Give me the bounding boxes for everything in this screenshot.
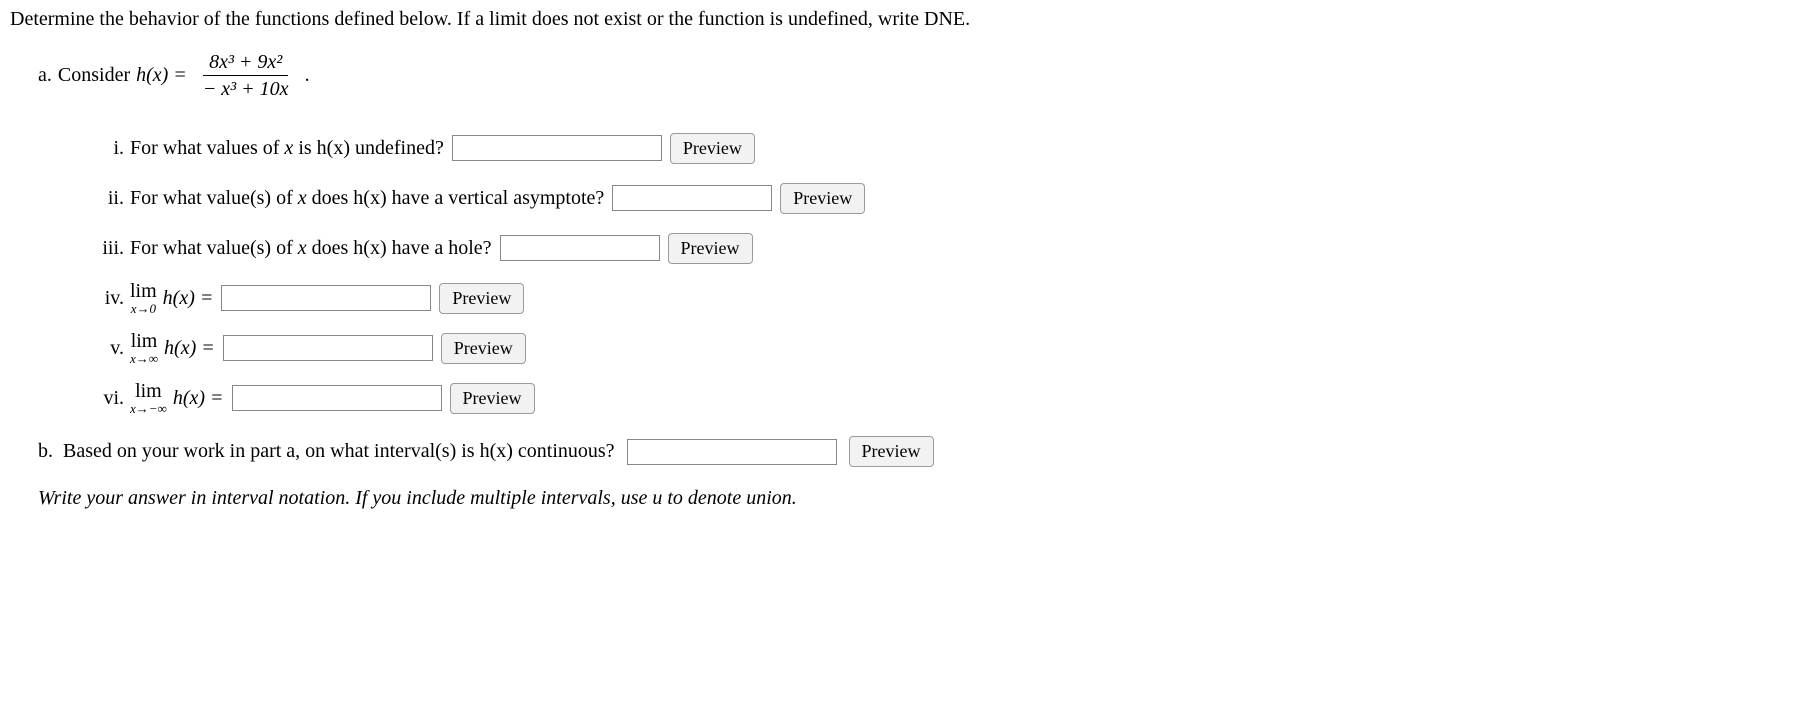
preview-button[interactable]: Preview xyxy=(849,436,934,467)
part-b: b. Based on your work in part a, on what… xyxy=(38,436,1808,467)
question-i: i. For what values of x is h(x) undefine… xyxy=(98,130,1808,166)
part-a: a. Consider h(x) = 8x³ + 9x² − x³ + 10x … xyxy=(38,49,1808,416)
roman-numeral: v. xyxy=(98,337,124,360)
part-a-label: a. xyxy=(38,64,52,87)
preview-button[interactable]: Preview xyxy=(439,283,524,314)
question-iv: iv. lim x→0 h(x) = Preview xyxy=(98,280,1808,316)
roman-numeral: i. xyxy=(98,137,124,160)
answer-input-vi[interactable] xyxy=(232,385,442,411)
question-text: For what value(s) of x does h(x) have a … xyxy=(130,187,604,210)
sub-questions: i. For what values of x is h(x) undefine… xyxy=(98,130,1808,416)
denominator: − x³ + 10x xyxy=(197,76,295,102)
part-b-text: Based on your work in part a, on what in… xyxy=(63,440,615,463)
question-text: For what values of x is h(x) undefined? xyxy=(130,137,444,160)
roman-numeral: iv. xyxy=(98,287,124,310)
preview-button[interactable]: Preview xyxy=(670,133,755,164)
preview-button[interactable]: Preview xyxy=(668,233,753,264)
question-vi: vi. lim x→−∞ h(x) = Preview xyxy=(98,380,1808,416)
hint-text: Write your answer in interval notation. … xyxy=(38,487,1808,510)
question-ii: ii. For what value(s) of x does h(x) hav… xyxy=(98,180,1808,216)
limit-expression: lim x→∞ xyxy=(130,331,158,365)
question-text: For what value(s) of x does h(x) have a … xyxy=(130,237,492,260)
limit-expression: lim x→0 xyxy=(130,281,157,315)
preview-button[interactable]: Preview xyxy=(780,183,865,214)
part-b-label: b. xyxy=(38,440,53,463)
answer-input-iv[interactable] xyxy=(221,285,431,311)
fraction: 8x³ + 9x² − x³ + 10x xyxy=(197,49,295,102)
period: . xyxy=(305,64,310,87)
numerator: 8x³ + 9x² xyxy=(203,49,288,76)
function-definition: a. Consider h(x) = 8x³ + 9x² − x³ + 10x … xyxy=(38,49,1808,102)
instructions-text: Determine the behavior of the functions … xyxy=(10,8,1808,31)
roman-numeral: ii. xyxy=(98,187,124,210)
answer-input-b[interactable] xyxy=(627,439,837,465)
answer-input-ii[interactable] xyxy=(612,185,772,211)
answer-input-v[interactable] xyxy=(223,335,433,361)
answer-input-iii[interactable] xyxy=(500,235,660,261)
limit-rhs: h(x) = xyxy=(173,387,224,410)
limit-rhs: h(x) = xyxy=(163,287,214,310)
roman-numeral: iii. xyxy=(98,237,124,260)
roman-numeral: vi. xyxy=(98,387,124,410)
question-iii: iii. For what value(s) of x does h(x) ha… xyxy=(98,230,1808,266)
consider-prefix: Consider xyxy=(58,64,130,87)
answer-input-i[interactable] xyxy=(452,135,662,161)
limit-expression: lim x→−∞ xyxy=(130,381,167,415)
function-lhs: h(x) = xyxy=(136,64,187,87)
limit-rhs: h(x) = xyxy=(164,337,215,360)
question-v: v. lim x→∞ h(x) = Preview xyxy=(98,330,1808,366)
preview-button[interactable]: Preview xyxy=(441,333,526,364)
preview-button[interactable]: Preview xyxy=(450,383,535,414)
